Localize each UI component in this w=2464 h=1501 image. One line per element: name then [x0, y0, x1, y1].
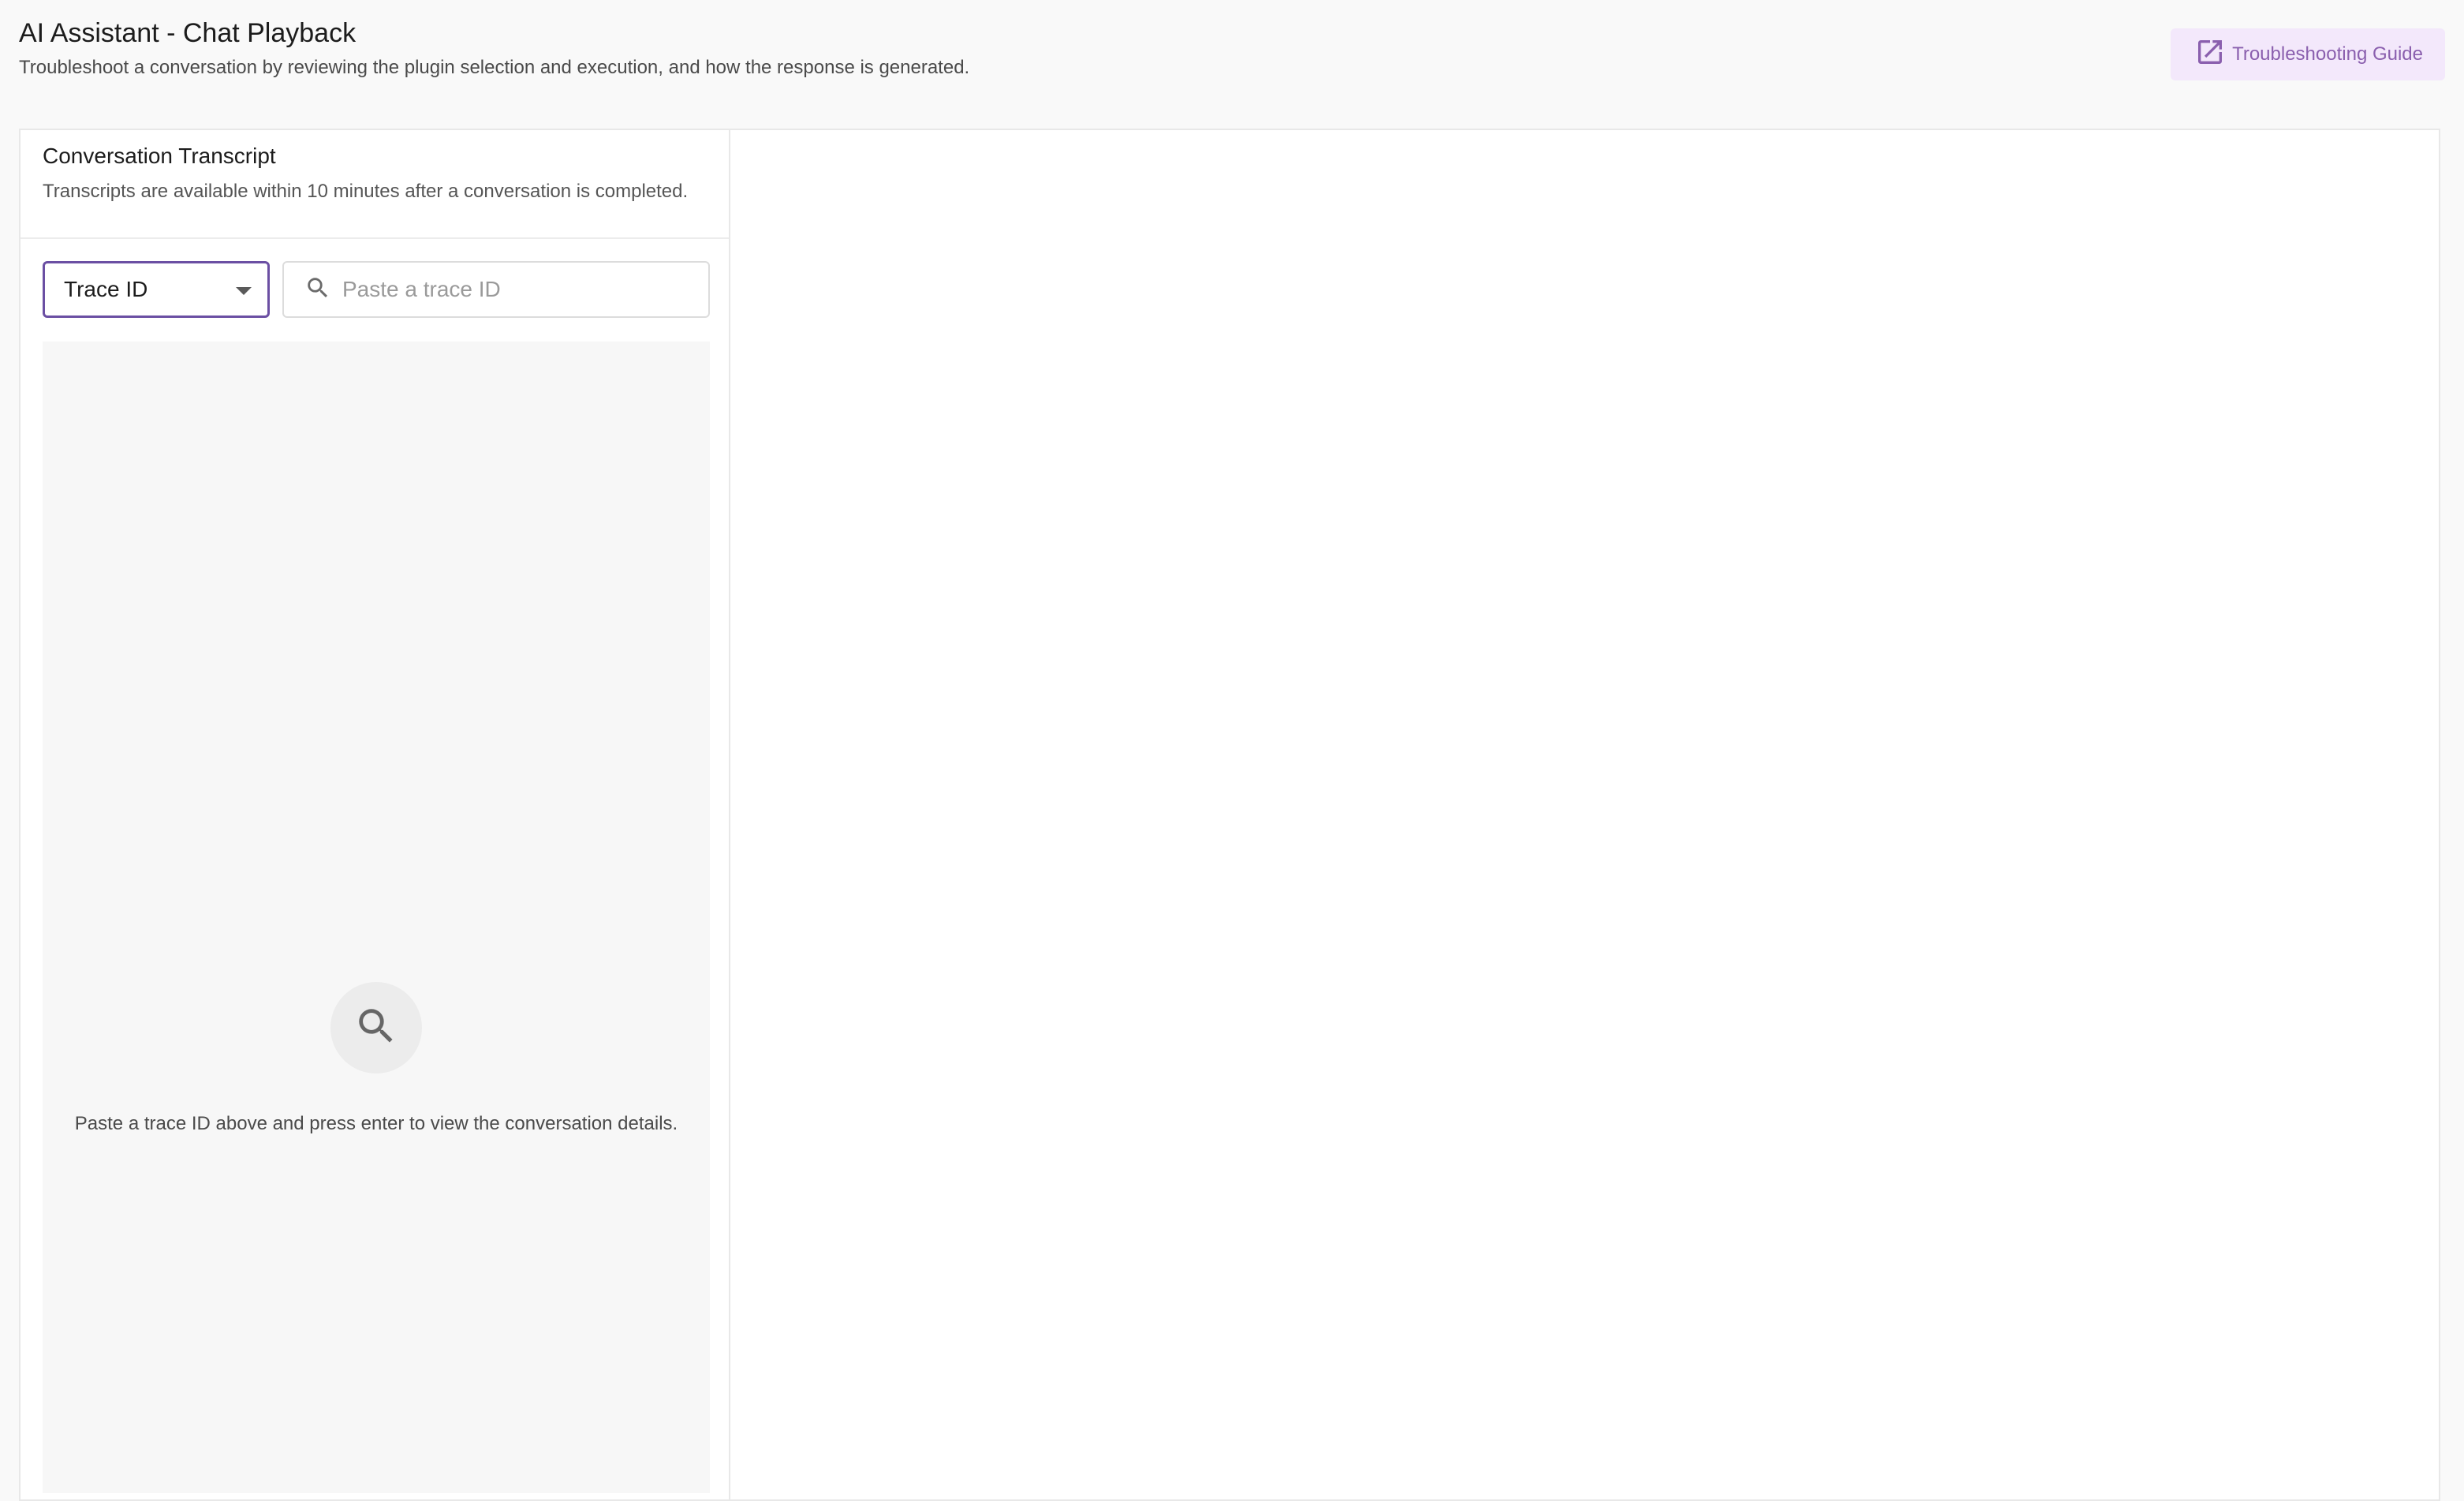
search-icon: [353, 1003, 399, 1053]
search-type-value: Trace ID: [64, 277, 148, 301]
transcript-empty-state: Paste a trace ID above and press enter t…: [43, 342, 710, 1493]
search-icon: [304, 274, 331, 305]
troubleshooting-guide-label: Troubleshooting Guide: [2232, 43, 2423, 65]
trace-id-input[interactable]: [342, 277, 705, 302]
search-row: Trace ID: [43, 261, 710, 318]
transcript-title: Conversation Transcript: [43, 144, 276, 168]
main-panel: Conversation Transcript Transcripts are …: [19, 129, 2440, 1501]
page-title: AI Assistant - Chat Playback: [19, 18, 357, 48]
transcript-description: Transcripts are available within 10 minu…: [43, 181, 689, 202]
chevron-down-icon: [236, 287, 252, 295]
troubleshooting-guide-button[interactable]: Troubleshooting Guide: [2171, 28, 2445, 80]
page-subtitle: Troubleshoot a conversation by reviewing…: [19, 57, 970, 78]
transcript-header: Conversation Transcript Transcripts are …: [21, 130, 729, 239]
search-type-select[interactable]: Trace ID: [43, 261, 270, 318]
page-header: AI Assistant - Chat Playback Troubleshoo…: [19, 16, 2445, 95]
transcript-panel: Conversation Transcript Transcripts are …: [21, 130, 730, 1499]
trace-id-search-field[interactable]: [282, 261, 710, 318]
empty-state-message: Paste a trace ID above and press enter t…: [74, 1113, 678, 1134]
conversation-details-panel: [732, 130, 2439, 1499]
open-in-new-icon: [2194, 36, 2226, 73]
empty-state-icon-container: [330, 982, 422, 1073]
